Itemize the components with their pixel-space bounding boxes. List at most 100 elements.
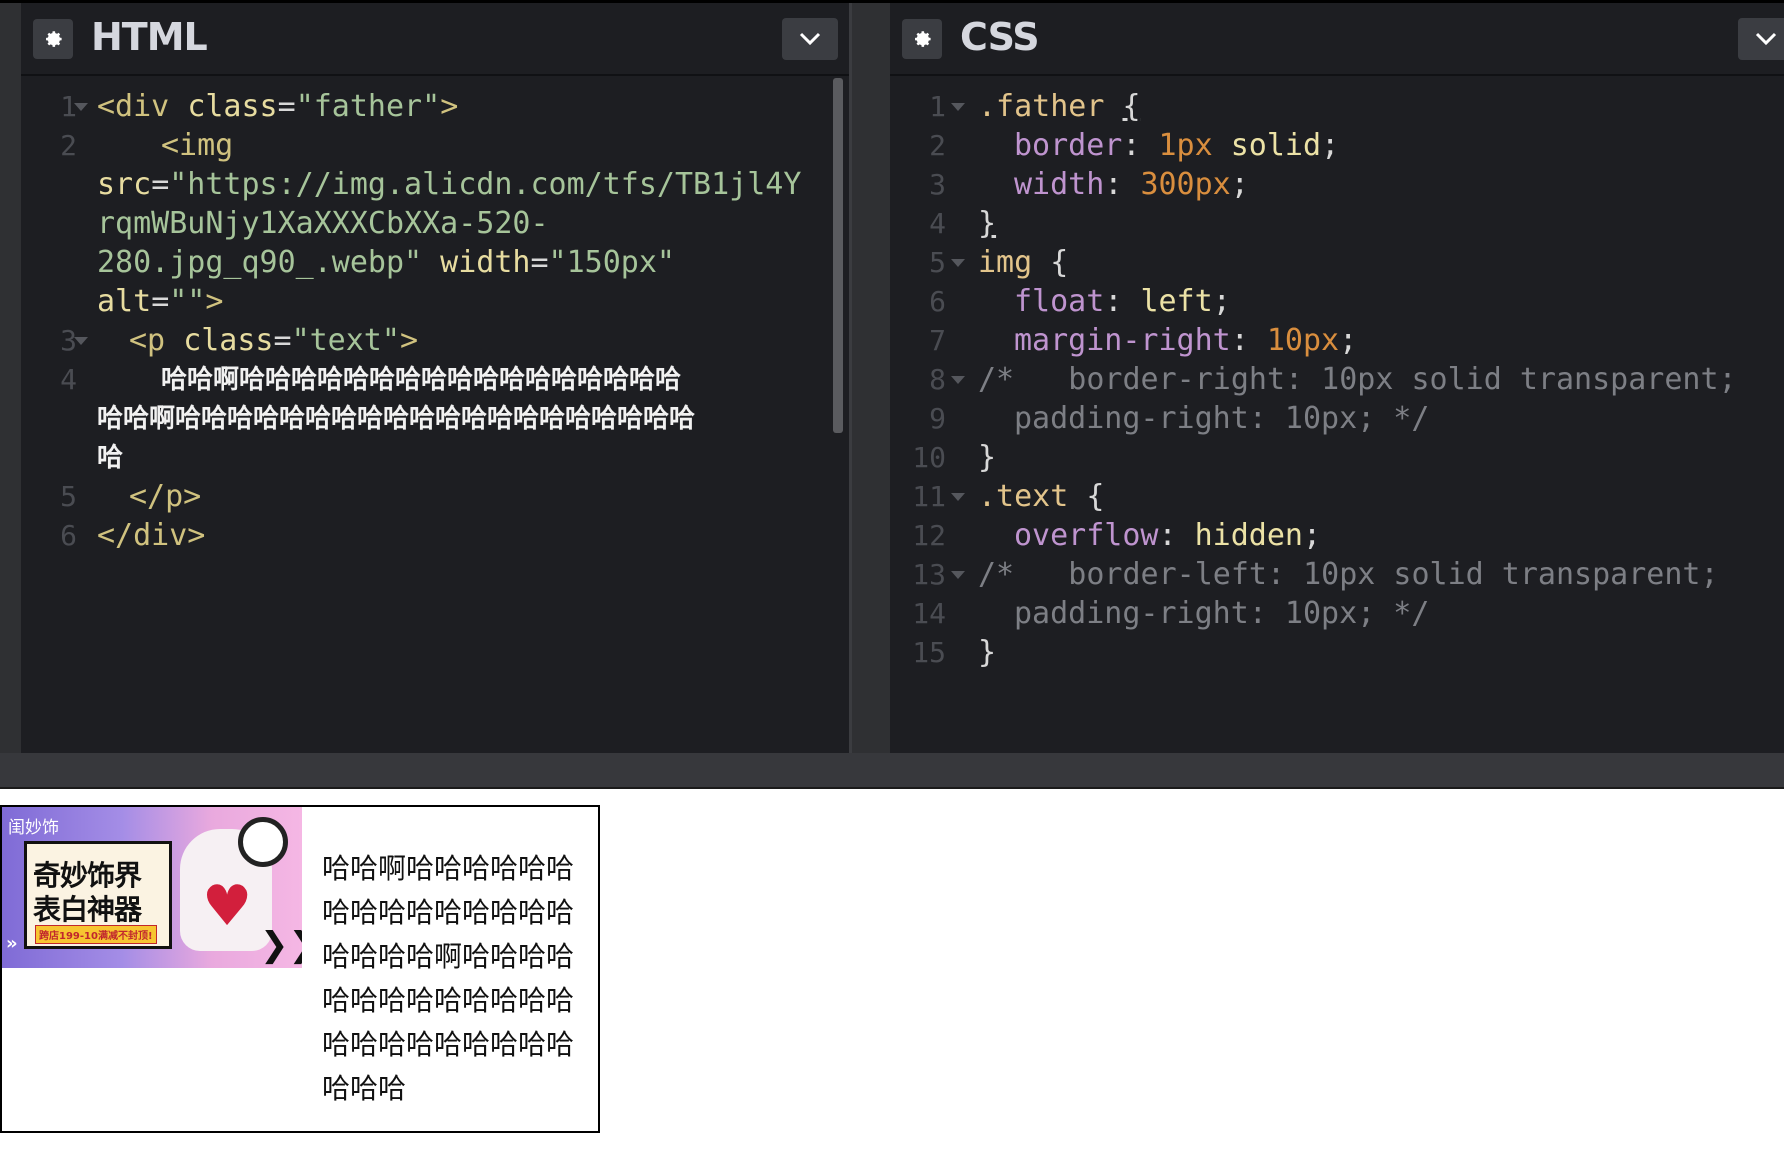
html-collapse-button[interactable]	[782, 18, 838, 60]
code-line: }	[978, 631, 996, 675]
preview-resize-bar[interactable]	[0, 753, 1784, 789]
token: 10px	[1266, 323, 1340, 358]
token: :	[1122, 128, 1141, 163]
left-edge-bar	[0, 3, 21, 753]
html-editor-pane: HTML 1 <div class="father"> 2 <img src="…	[21, 3, 849, 753]
code-line: .father {	[978, 85, 1141, 129]
code-line: }	[978, 436, 996, 480]
banner-card: 奇妙饰界 表白神器 跨店199-10满减不封顶!	[24, 841, 172, 949]
token: =	[151, 284, 170, 319]
token: <img	[161, 128, 234, 163]
fold-arrow-icon[interactable]	[951, 376, 965, 384]
pane-divider[interactable]	[849, 3, 890, 753]
token: overflow	[1014, 518, 1159, 553]
token: =	[151, 167, 170, 202]
code-line: img {	[978, 241, 1068, 285]
token: {	[1050, 245, 1069, 280]
fold-arrow-icon[interactable]	[951, 493, 965, 501]
token: ;	[1212, 284, 1231, 319]
html-pane-header: HTML	[21, 3, 849, 76]
token: :	[1104, 167, 1123, 202]
css-settings-button[interactable]	[902, 19, 942, 59]
code-line: 280.jpg_q90_.webp" width="150px"	[97, 241, 675, 285]
code-line: 哈	[97, 443, 124, 473]
token: border	[1014, 128, 1123, 163]
code-line: <p class="text">	[129, 319, 418, 363]
token: width	[440, 245, 531, 280]
line-number: 6	[60, 519, 77, 552]
heart-icon: ♥	[202, 874, 253, 939]
token: width	[1014, 167, 1105, 202]
html-settings-button[interactable]	[33, 19, 73, 59]
token: 300px	[1140, 167, 1231, 202]
code-line: 哈哈啊哈哈哈哈哈哈哈哈哈哈哈哈哈哈哈哈哈	[161, 365, 682, 395]
token: .father	[978, 89, 1105, 124]
line-number: 8	[929, 363, 946, 396]
line-number: 2	[60, 129, 77, 162]
line-number: 4	[60, 363, 77, 396]
father-box: 闺妙饰 奇妙饰界 表白神器 跨店199-10满减不封顶! ♥ ❯❯ » 哈哈啊哈…	[0, 805, 600, 1133]
code-line: src="https://img.alicdn.com/tfs/TB1jl4Y	[97, 163, 801, 207]
code-line: border: 1px solid;	[1014, 124, 1339, 168]
token: solid	[1230, 128, 1322, 163]
code-line: <div class="father">	[97, 85, 458, 129]
banner-image: 闺妙饰 奇妙饰界 表白神器 跨店199-10满减不封顶! ♥ ❯❯ »	[2, 807, 302, 968]
line-number: 4	[929, 207, 946, 240]
token: :	[1158, 518, 1177, 553]
result-preview: 闺妙饰 奇妙饰界 表白神器 跨店199-10满减不封顶! ♥ ❯❯ » 哈哈啊哈…	[0, 789, 1784, 1150]
code-line: rqmWBuNjy1XaXXXCbXXa-520-	[97, 202, 549, 246]
fold-arrow-icon[interactable]	[951, 103, 965, 111]
fold-arrow-icon[interactable]	[951, 259, 965, 267]
code-line: .text {	[978, 475, 1104, 519]
token: }	[978, 635, 997, 670]
token: ""	[169, 284, 206, 319]
banner-headline-2: 表白神器	[33, 893, 142, 926]
fold-arrow-icon[interactable]	[951, 571, 965, 579]
gear-icon	[915, 31, 931, 47]
chevron-down-icon	[799, 32, 821, 46]
line-number: 1	[60, 90, 77, 123]
token: }	[978, 440, 997, 475]
token: >	[440, 89, 459, 124]
css-collapse-button[interactable]	[1738, 18, 1784, 60]
token: {	[1086, 479, 1105, 514]
banner-arrow-right: ❯❯	[260, 925, 302, 965]
token: "https://img.alicdn.com/tfs/TB1jl4Y	[169, 167, 802, 202]
banner-arrow-left: »	[6, 933, 18, 954]
token: </p>	[129, 479, 202, 514]
token: float	[1014, 284, 1105, 319]
token: class	[187, 89, 278, 124]
token: "text"	[291, 323, 400, 358]
html-pane-title: HTML	[91, 15, 208, 59]
css-pane-header: CSS	[890, 3, 1784, 76]
token: >	[399, 323, 418, 358]
code-line: }	[978, 202, 996, 246]
fold-arrow-icon[interactable]	[74, 103, 88, 111]
html-scrollbar[interactable]	[833, 78, 843, 433]
token: ;	[1321, 128, 1340, 163]
line-number: 12	[912, 519, 946, 552]
code-line: 哈哈啊哈哈哈哈哈哈哈哈哈哈哈哈哈哈哈哈哈哈哈哈	[97, 404, 696, 434]
line-number: 7	[929, 324, 946, 357]
code-line: padding-right: 10px; */	[1014, 596, 1430, 631]
code-line: padding-right: 10px; */	[1014, 401, 1430, 436]
token: left	[1140, 284, 1213, 319]
token: src	[97, 167, 152, 202]
code-line: /* border-right: 10px solid transparent;	[978, 362, 1737, 397]
code-line: </p>	[129, 475, 201, 519]
code-line: margin-right: 10px;	[1014, 319, 1357, 363]
line-number: 1	[929, 90, 946, 123]
fold-arrow-icon[interactable]	[74, 337, 88, 345]
token: hidden	[1194, 518, 1303, 553]
token: :	[1230, 323, 1249, 358]
line-number: 6	[929, 285, 946, 318]
line-number: 2	[929, 129, 946, 162]
line-number: 15	[912, 636, 946, 669]
token: "150px"	[548, 245, 675, 280]
token: }	[978, 206, 997, 241]
code-line: /* border-left: 10px solid transparent;	[978, 557, 1719, 592]
token: =	[277, 89, 296, 124]
code-line: overflow: hidden;	[1014, 514, 1321, 558]
line-number: 3	[60, 324, 77, 357]
token: <p	[129, 323, 184, 358]
